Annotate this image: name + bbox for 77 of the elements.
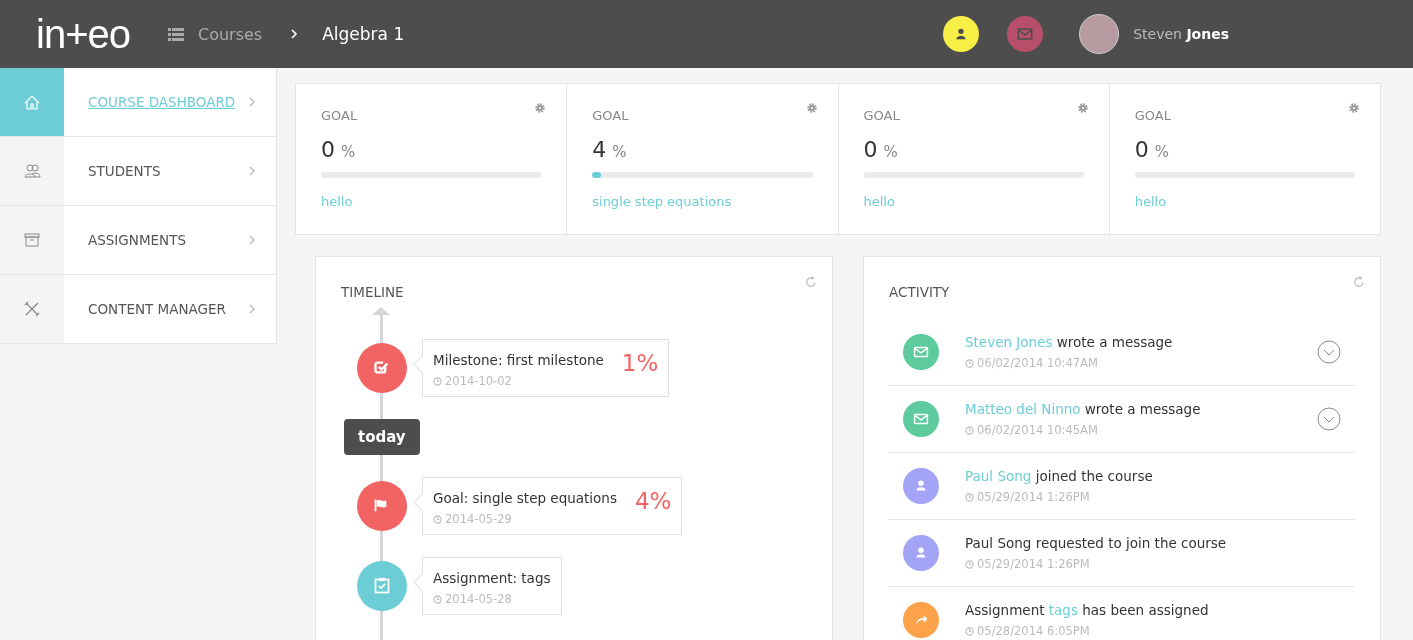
event-title: Milestone: first milestone — [433, 352, 604, 368]
clock-icon — [433, 594, 442, 604]
activity-text: Paul Song joined the course — [965, 468, 1154, 484]
chevron-icon — [248, 234, 256, 246]
activity-time: 05/29/2014 1:26PM — [977, 490, 1090, 504]
sidebar-item[interactable]: COURSE DASHBOARD — [0, 68, 276, 137]
clock-icon — [965, 626, 974, 636]
goal-title: GOAL — [321, 108, 359, 123]
progress-percent: 4% — [634, 490, 672, 513]
activity-text: Paul Song requested to join the course — [965, 535, 1228, 551]
activity-link[interactable]: Paul Song — [965, 468, 1032, 484]
sidebar-item[interactable]: CONTENT MANAGER — [0, 275, 276, 344]
breadcrumb-link[interactable]: Courses — [198, 24, 263, 44]
activity-link[interactable]: Steven Jones — [965, 334, 1053, 350]
clock-icon — [433, 376, 442, 386]
goal-title: GOAL — [863, 108, 901, 123]
messages-button[interactable] — [1007, 16, 1044, 52]
event-date: 2014-05-28 — [445, 592, 512, 606]
refresh-icon[interactable] — [804, 275, 818, 289]
clock-icon — [965, 492, 974, 502]
goal-title: GOAL — [592, 108, 630, 123]
activity-time: 05/29/2014 1:26PM — [977, 557, 1090, 571]
refresh-icon[interactable] — [1352, 275, 1366, 289]
panel-title: ACTIVITY — [889, 284, 950, 300]
settings-icon[interactable] — [1348, 102, 1360, 114]
goal-link[interactable]: single step equations — [592, 194, 732, 209]
goal-link[interactable]: hello — [1134, 194, 1167, 209]
sidebar-item[interactable]: ASSIGNMENTS — [0, 206, 276, 275]
percent-unit: % — [612, 143, 627, 161]
event-title: Assignment: tags — [433, 570, 551, 586]
expand-icon[interactable] — [1317, 407, 1341, 431]
event-date: 2014-10-02 — [445, 374, 512, 388]
clock-icon — [965, 425, 974, 435]
activity-text: Assignment tags has been assigned — [965, 602, 1210, 618]
panel-title: TIMELINE — [341, 284, 404, 300]
arrow-up-icon — [372, 307, 390, 315]
event-date: 2014-05-29 — [445, 512, 512, 526]
students-icon — [22, 161, 42, 181]
activity-time: 06/02/2014 10:47AM — [977, 356, 1098, 370]
chevron-icon — [248, 165, 256, 177]
activity-text: Steven Jones wrote a message — [965, 334, 1174, 350]
goal-value: 0 — [1134, 137, 1149, 162]
list-icon — [168, 27, 184, 41]
activity-time: 05/28/2014 6:05PM — [977, 624, 1090, 638]
user-name[interactable]: Steven Jones — [1133, 26, 1229, 42]
goal-title: GOAL — [1134, 108, 1172, 123]
today-marker: today — [344, 419, 420, 455]
logo[interactable]: in+eo — [36, 11, 160, 57]
clock-icon — [965, 358, 974, 368]
sidebar-item[interactable]: STUDENTS — [0, 137, 276, 206]
goal-value: 4 — [592, 137, 607, 162]
progress-percent: 1% — [621, 352, 659, 375]
tools-icon — [22, 299, 42, 319]
expand-icon[interactable] — [1317, 340, 1341, 364]
activity-time: 06/02/2014 10:45AM — [977, 423, 1098, 437]
settings-icon[interactable] — [805, 102, 818, 114]
clock-icon — [965, 559, 974, 569]
percent-unit: % — [341, 143, 356, 161]
chevron-icon — [248, 96, 256, 108]
goal-link[interactable]: hello — [863, 194, 895, 209]
settings-icon[interactable] — [534, 102, 547, 114]
activity-link[interactable]: tags — [1048, 602, 1078, 618]
activity-link[interactable]: Matteo del Ninno — [965, 401, 1081, 417]
goal-value: 0 — [321, 137, 335, 162]
breadcrumb-link[interactable]: Algebra 1 — [322, 24, 405, 44]
event-title: Goal: single step equations — [433, 490, 617, 506]
percent-unit: % — [1154, 143, 1169, 161]
profile-button[interactable] — [943, 16, 980, 52]
chevron-icon — [290, 28, 299, 40]
activity-text: Matteo del Ninno wrote a message — [965, 401, 1202, 417]
chevron-icon — [248, 303, 256, 315]
assignments-icon — [22, 230, 42, 250]
avatar[interactable] — [1079, 14, 1120, 54]
goal-value: 0 — [863, 137, 878, 162]
settings-icon[interactable] — [1076, 102, 1089, 114]
percent-unit: % — [883, 143, 898, 161]
clock-icon — [433, 514, 442, 524]
